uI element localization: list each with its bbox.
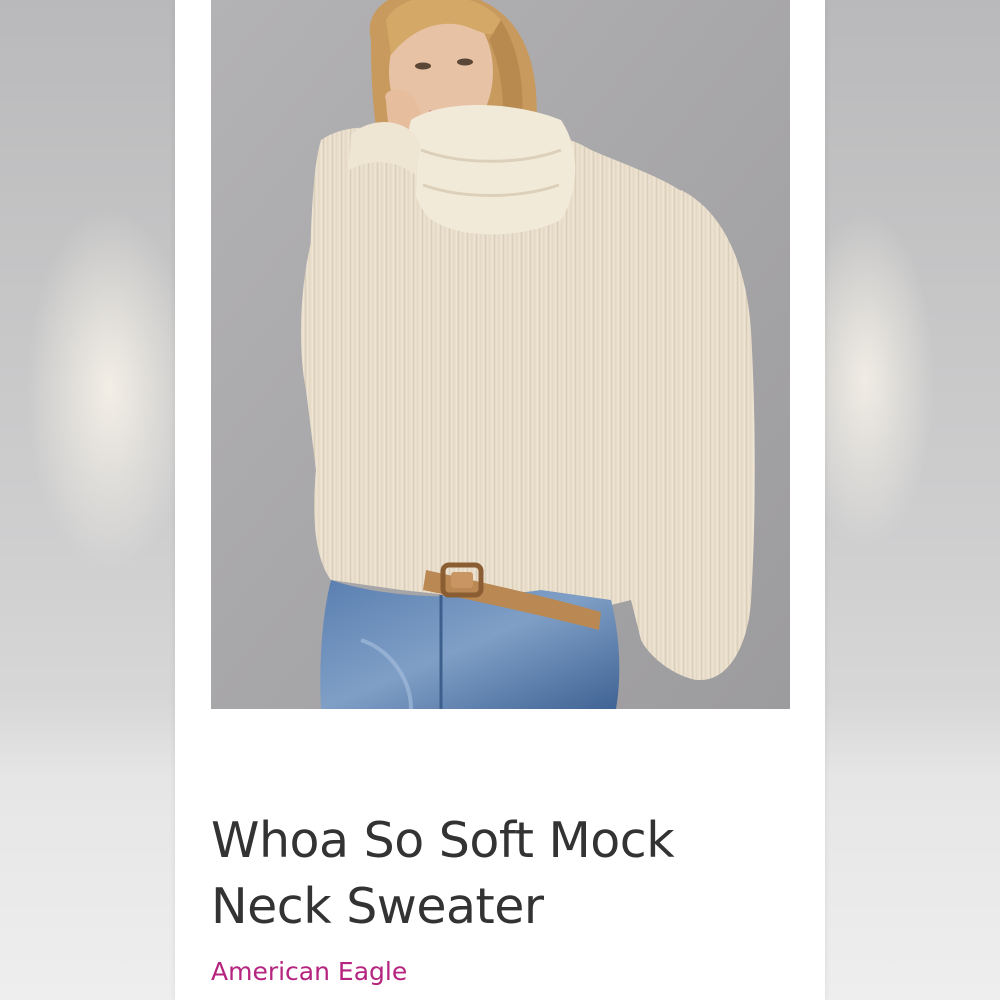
listing-card: Whoa So Soft Mock Neck Sweater American …	[175, 0, 825, 1000]
blurred-background-right	[825, 0, 1000, 1000]
product-photo[interactable]	[211, 0, 790, 709]
brand-link[interactable]: American Eagle	[211, 955, 407, 989]
product-title: Whoa So Soft Mock Neck Sweater	[211, 812, 675, 935]
blurred-background-left	[0, 0, 175, 1000]
